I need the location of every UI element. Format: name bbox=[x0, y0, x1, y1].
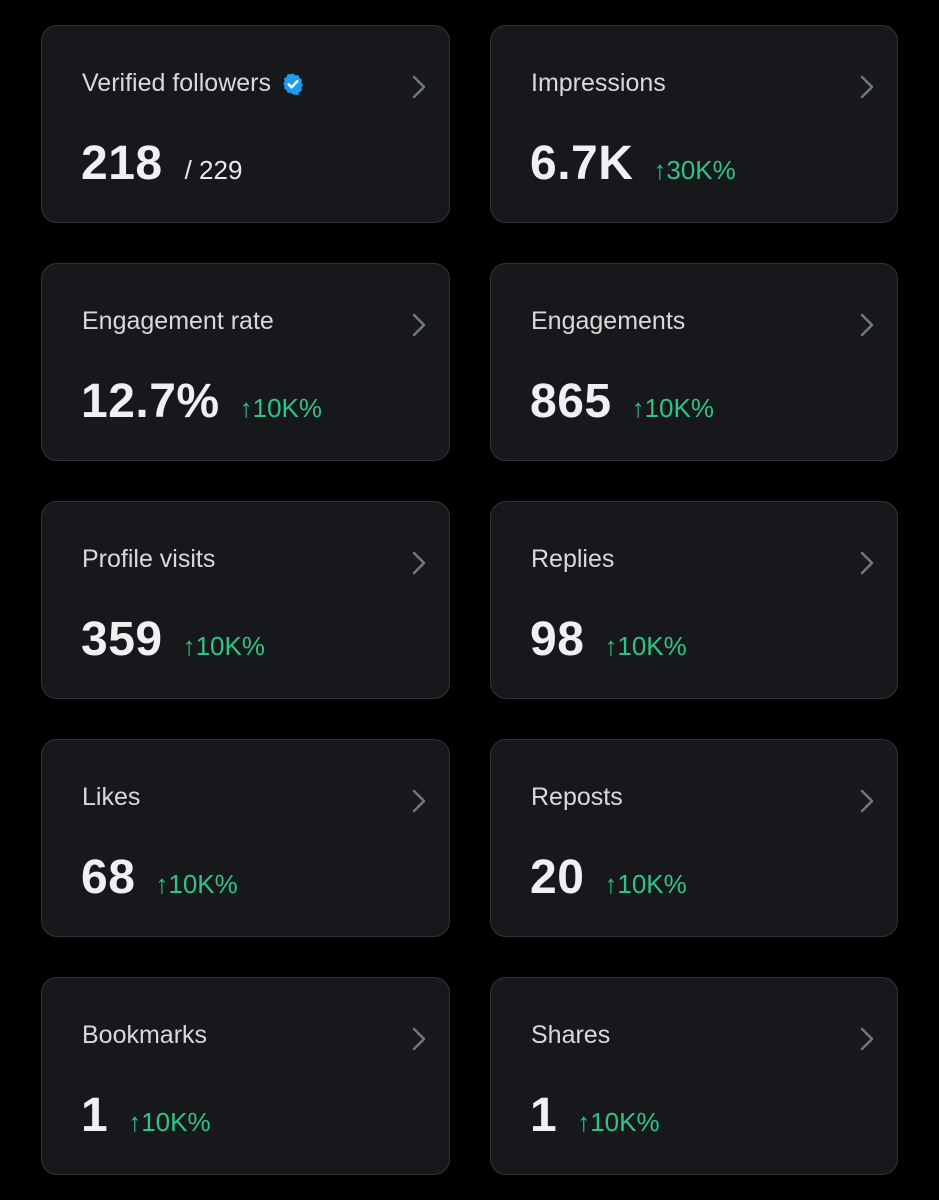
metric-card-bookmarks[interactable]: Bookmarks 1 ↑10K% bbox=[41, 977, 450, 1175]
metric-value: 865 bbox=[530, 375, 612, 428]
metric-card-impressions[interactable]: Impressions 6.7K ↑30K% bbox=[490, 25, 898, 223]
metric-change: ↑10K% bbox=[239, 393, 322, 423]
metric-value: 1 bbox=[81, 1089, 109, 1142]
chevron-right-icon[interactable] bbox=[409, 310, 429, 340]
metric-value: 6.7K bbox=[530, 137, 634, 190]
metric-change: ↑10K% bbox=[128, 1107, 211, 1137]
metric-change: ↑30K% bbox=[653, 155, 736, 185]
chevron-right-icon[interactable] bbox=[857, 1024, 877, 1054]
chevron-right-icon[interactable] bbox=[409, 786, 429, 816]
metric-value: 98 bbox=[530, 613, 585, 666]
metric-title: Reposts bbox=[531, 783, 623, 811]
metric-value: 20 bbox=[530, 851, 585, 904]
metric-value: 359 bbox=[81, 613, 163, 666]
metric-card-verified-followers[interactable]: Verified followers 218 / 229 bbox=[41, 25, 450, 223]
metric-title: Impressions bbox=[531, 69, 666, 97]
metric-total: / 229 bbox=[184, 155, 243, 185]
metric-title: Engagement rate bbox=[82, 307, 274, 335]
chevron-right-icon[interactable] bbox=[409, 548, 429, 578]
metric-title: Bookmarks bbox=[82, 1021, 208, 1049]
chevron-right-icon[interactable] bbox=[409, 72, 429, 102]
metric-title: Likes bbox=[82, 783, 141, 811]
metric-card-engagement-rate[interactable]: Engagement rate 12.7% ↑10K% bbox=[41, 263, 450, 461]
metric-card-profile-visits[interactable]: Profile visits 359 ↑10K% bbox=[41, 501, 450, 699]
metric-card-replies[interactable]: Replies 98 ↑10K% bbox=[490, 501, 898, 699]
metrics-grid: Verified followers 218 / 229 Impressions… bbox=[41, 25, 898, 1175]
metric-title: Profile visits bbox=[82, 545, 216, 573]
metric-card-likes[interactable]: Likes 68 ↑10K% bbox=[41, 739, 450, 937]
metric-title: Shares bbox=[531, 1021, 611, 1049]
metric-change: ↑10K% bbox=[155, 869, 238, 899]
chevron-right-icon[interactable] bbox=[857, 72, 877, 102]
metric-value: 68 bbox=[81, 851, 136, 904]
metric-value: 1 bbox=[530, 1089, 558, 1142]
chevron-right-icon[interactable] bbox=[857, 786, 877, 816]
chevron-right-icon[interactable] bbox=[409, 1024, 429, 1054]
metric-change: ↑10K% bbox=[577, 1107, 660, 1137]
metric-title: Replies bbox=[531, 545, 615, 573]
metric-value: 12.7% bbox=[81, 375, 220, 428]
metric-change: ↑10K% bbox=[182, 631, 265, 661]
verified-badge-icon bbox=[283, 73, 303, 95]
metric-title: Engagements bbox=[531, 307, 686, 335]
chevron-right-icon[interactable] bbox=[857, 548, 877, 578]
metric-value: 218 bbox=[81, 137, 163, 190]
chevron-right-icon[interactable] bbox=[857, 310, 877, 340]
metric-change: ↑10K% bbox=[604, 631, 687, 661]
metric-change: ↑10K% bbox=[604, 869, 687, 899]
metric-change: ↑10K% bbox=[631, 393, 714, 423]
metric-card-reposts[interactable]: Reposts 20 ↑10K% bbox=[490, 739, 898, 937]
metric-title: Verified followers bbox=[82, 69, 271, 97]
metric-card-shares[interactable]: Shares 1 ↑10K% bbox=[490, 977, 898, 1175]
metric-card-engagements[interactable]: Engagements 865 ↑10K% bbox=[490, 263, 898, 461]
